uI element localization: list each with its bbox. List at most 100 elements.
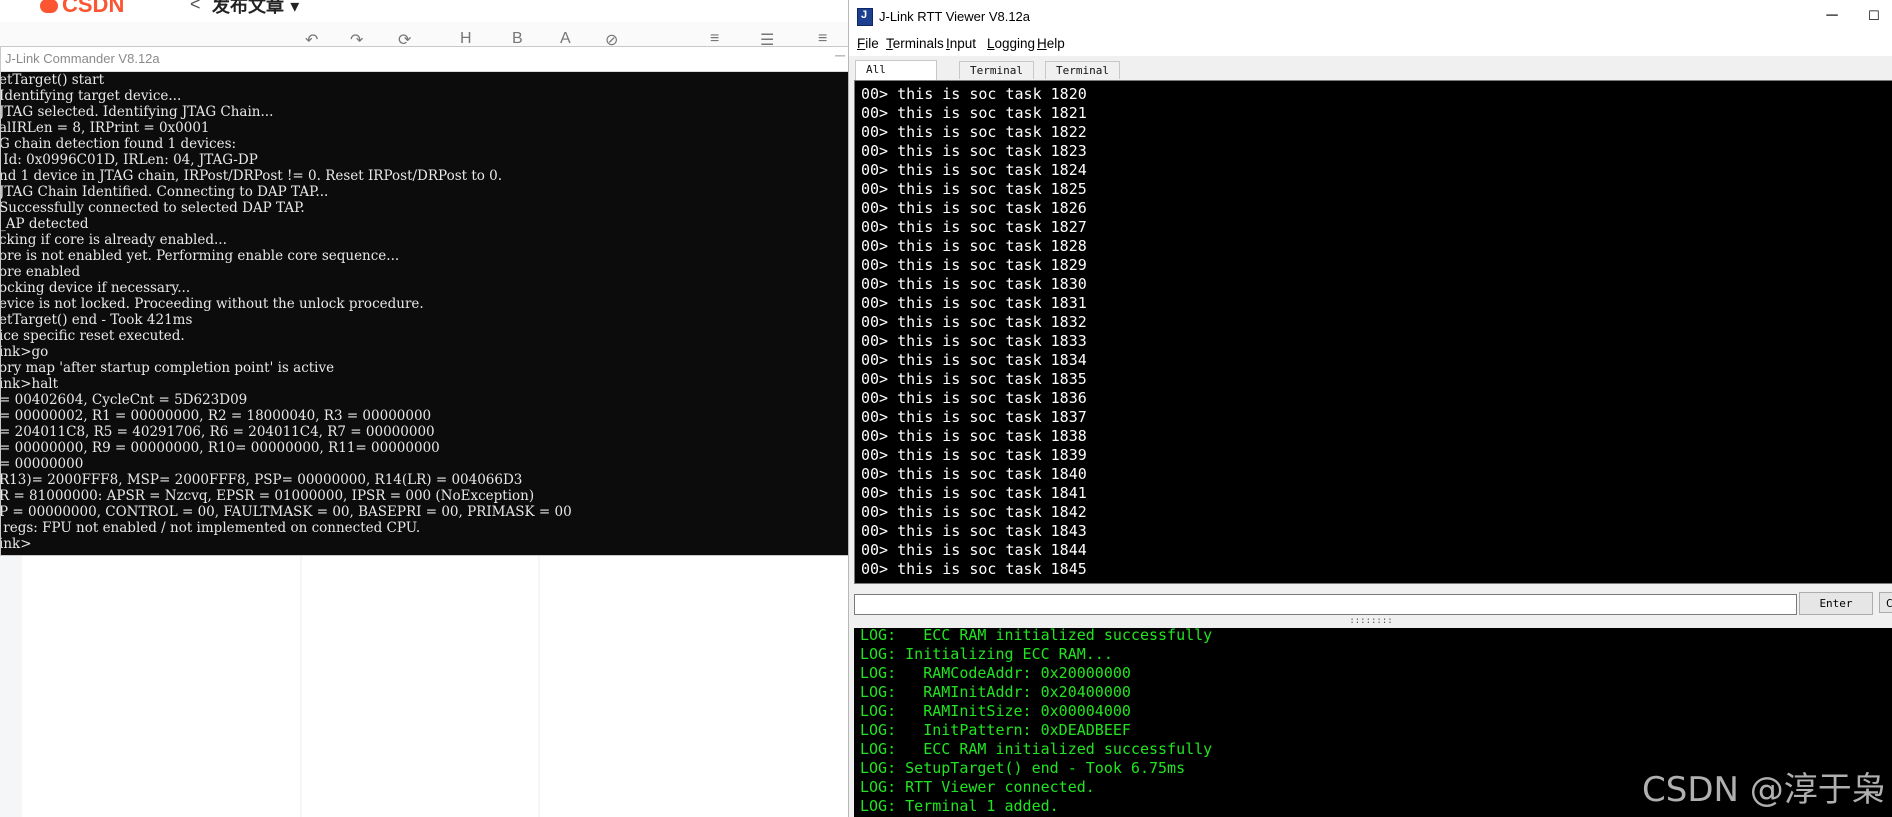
menu-logging[interactable]: Logging (987, 36, 1035, 51)
terminal-line: 00> this is soc task 1831 (861, 294, 1087, 312)
menu-label: ile (865, 36, 879, 51)
console-line: = 00000000 (1, 456, 84, 472)
terminal-input[interactable] (854, 594, 1797, 615)
console-line: R13)= 2000FFF8, MSP= 2000FFF8, PSP= 0000… (1, 472, 523, 488)
terminal-line: 00> this is soc task 1829 (861, 256, 1087, 274)
minimize-icon[interactable]: ─ (835, 47, 845, 63)
terminal-line: 00> this is soc task 1834 (861, 351, 1087, 369)
console-line: alIRLen = 8, IRPrint = 0x0001 (1, 120, 210, 136)
back-chevron-icon[interactable]: < (190, 0, 201, 15)
rtt-menubar: File Terminals Input Logging Help (849, 34, 1892, 56)
menu-accelerator: L (987, 36, 995, 51)
terminal-line: 00> this is soc task 1842 (861, 503, 1087, 521)
menu-help[interactable]: Help (1037, 36, 1065, 51)
terminal-line: 00> this is soc task 1832 (861, 313, 1087, 331)
minimize-icon[interactable]: ─ (1817, 4, 1847, 28)
menu-label: nput (949, 36, 977, 51)
log-line: LOG: ECC RAM initialized successfully (860, 628, 1213, 644)
console-line: evice is not locked. Proceeding without … (1, 296, 424, 312)
enter-button[interactable]: Enter (1799, 592, 1873, 615)
csdn-logo[interactable]: CSDN (40, 0, 124, 18)
menu-accelerator: T (886, 36, 893, 51)
log-line: LOG: RAMInitSize: 0x00004000 (860, 702, 1131, 720)
pane-splitter-handle[interactable]: :::::::: (849, 616, 1892, 628)
console-line: ore is not enabled yet. Performing enabl… (1, 248, 400, 264)
terminal-line: 00> this is soc task 1840 (861, 465, 1087, 483)
tab-terminal-1[interactable]: Terminal 1 (1045, 61, 1120, 94)
console-line: JTAG Chain Identified. Connecting to DAP… (1, 184, 329, 200)
menu-terminals[interactable]: Terminals (886, 36, 944, 51)
console-line: ocking device if necessary... (1, 280, 191, 296)
log-line: LOG: Terminal 1 added. (860, 797, 1059, 815)
terminal-line: 00> this is soc task 1836 (861, 389, 1087, 407)
menu-file[interactable]: File (857, 36, 879, 51)
editor-column-mid (302, 552, 538, 817)
tab-terminal-0[interactable]: Terminal 0 (959, 61, 1034, 94)
editor-column-left (22, 552, 300, 817)
terminal-output[interactable]: 00> this is soc task 1820 00> this is soc… (854, 80, 1892, 584)
terminal-line: 00> this is soc task 1821 (861, 104, 1087, 122)
terminal-line: 00> this is soc task 1823 (861, 142, 1087, 160)
console-line: nd 1 device in JTAG chain, IRPost/DRPost… (1, 168, 503, 184)
commander-titlebar: J-Link Commander V8.12a ─ (1, 47, 849, 72)
menu-label: erminals (892, 36, 944, 51)
terminal-line: 00> this is soc task 1844 (861, 541, 1087, 559)
terminal-line: 00> this is soc task 1827 (861, 218, 1087, 236)
log-line: LOG: ECC RAM initialized successfully (860, 740, 1213, 758)
terminal-line: 00> this is soc task 1833 (861, 332, 1087, 350)
log-line: LOG: Initializing ECC RAM... (860, 645, 1113, 663)
csdn-logo-text: CSDN (62, 0, 125, 17)
log-line: LOG: SetupTarget() end - Took 6.75ms (860, 759, 1186, 777)
console-line: ink>halt (1, 376, 58, 392)
console-line: Successfully connected to selected DAP T… (1, 200, 305, 216)
console-line: ore enabled (1, 264, 81, 280)
menu-label: ogging (994, 36, 1036, 51)
console-line: = 204011C8, R5 = 40291706, R6 = 204011C4… (1, 424, 435, 440)
log-line: LOG: RAMCodeAddr: 0x20000000 (860, 664, 1131, 682)
tab-all-terminals[interactable]: All Terminals (855, 60, 937, 93)
console-line: Identifying target device... (1, 88, 182, 104)
rtt-window-title: J-Link RTT Viewer V8.12a (879, 9, 1031, 24)
publish-article-menu[interactable]: 发布文章 ▾ (212, 0, 299, 18)
menu-input[interactable]: Input (946, 36, 976, 51)
console-line: etTarget() start (1, 72, 105, 88)
terminal-line: 00> this is soc task 1828 (861, 237, 1087, 255)
console-line: ory map 'after startup completion point'… (1, 360, 335, 376)
console-line: = 00402604, CycleCnt = 5D623D09 (1, 392, 248, 408)
console-line: R = 81000000: APSR = Nzcvq, EPSR = 01000… (1, 488, 535, 504)
terminal-line: 00> this is soc task 1825 (861, 180, 1087, 198)
console-line: _AP detected (1, 216, 89, 232)
jlink-rtt-viewer-window: J-Link RTT Viewer V8.12a ─ ☐ File Termina… (848, 0, 1892, 817)
terminal-line: 00> this is soc task 1843 (861, 522, 1087, 540)
console-line: JTAG selected. Identifying JTAG Chain... (1, 104, 274, 120)
csdn-watermark: CSDN @淳于枭 (1642, 770, 1886, 810)
terminal-line: 00> this is soc task 1845 (861, 560, 1087, 578)
log-line: LOG: RTT Viewer connected. (860, 778, 1095, 796)
log-line: LOG: InitPattern: 0xDEADBEEF (860, 721, 1131, 739)
console-line: regs: FPU not enabled / not implemented … (1, 520, 421, 536)
menu-accelerator: F (857, 36, 866, 51)
menu-accelerator: H (1037, 36, 1047, 51)
browser-topbar: CSDN < 发布文章 ▾ (0, 0, 848, 22)
console-line: = 00000000, R9 = 00000000, R10= 00000000… (1, 440, 440, 456)
terminal-line: 00> this is soc task 1822 (861, 123, 1087, 141)
console-line: P = 00000000, CONTROL = 00, FAULTMASK = … (1, 504, 572, 520)
console-line: cking if core is already enabled... (1, 232, 227, 248)
jlink-commander-window: J-Link Commander V8.12a ─ etTarget() sta… (0, 46, 850, 556)
commander-window-title: J-Link Commander V8.12a (5, 51, 160, 66)
terminal-line: 00> this is soc task 1835 (861, 370, 1087, 388)
menu-label: elp (1046, 36, 1065, 51)
terminal-line: 00> this is soc task 1841 (861, 484, 1087, 502)
console-line: ice specific reset executed. (1, 328, 185, 344)
editor-column-right (540, 552, 848, 817)
terminal-line: 00> this is soc task 1837 (861, 408, 1087, 426)
console-line: = 00000002, R1 = 00000000, R2 = 18000040… (1, 408, 432, 424)
console-line: ink>go (1, 344, 49, 360)
terminal-line: 00> this is soc task 1820 (861, 85, 1087, 103)
clear-button[interactable]: C (1879, 592, 1892, 613)
terminal-line: 00> this is soc task 1826 (861, 199, 1087, 217)
console-line: etTarget() end - Took 421ms (1, 312, 193, 328)
commander-console[interactable]: etTarget() start Identifying target devic… (1, 72, 849, 555)
jlink-app-icon (857, 8, 873, 26)
maximize-icon[interactable]: ☐ (1859, 4, 1889, 28)
